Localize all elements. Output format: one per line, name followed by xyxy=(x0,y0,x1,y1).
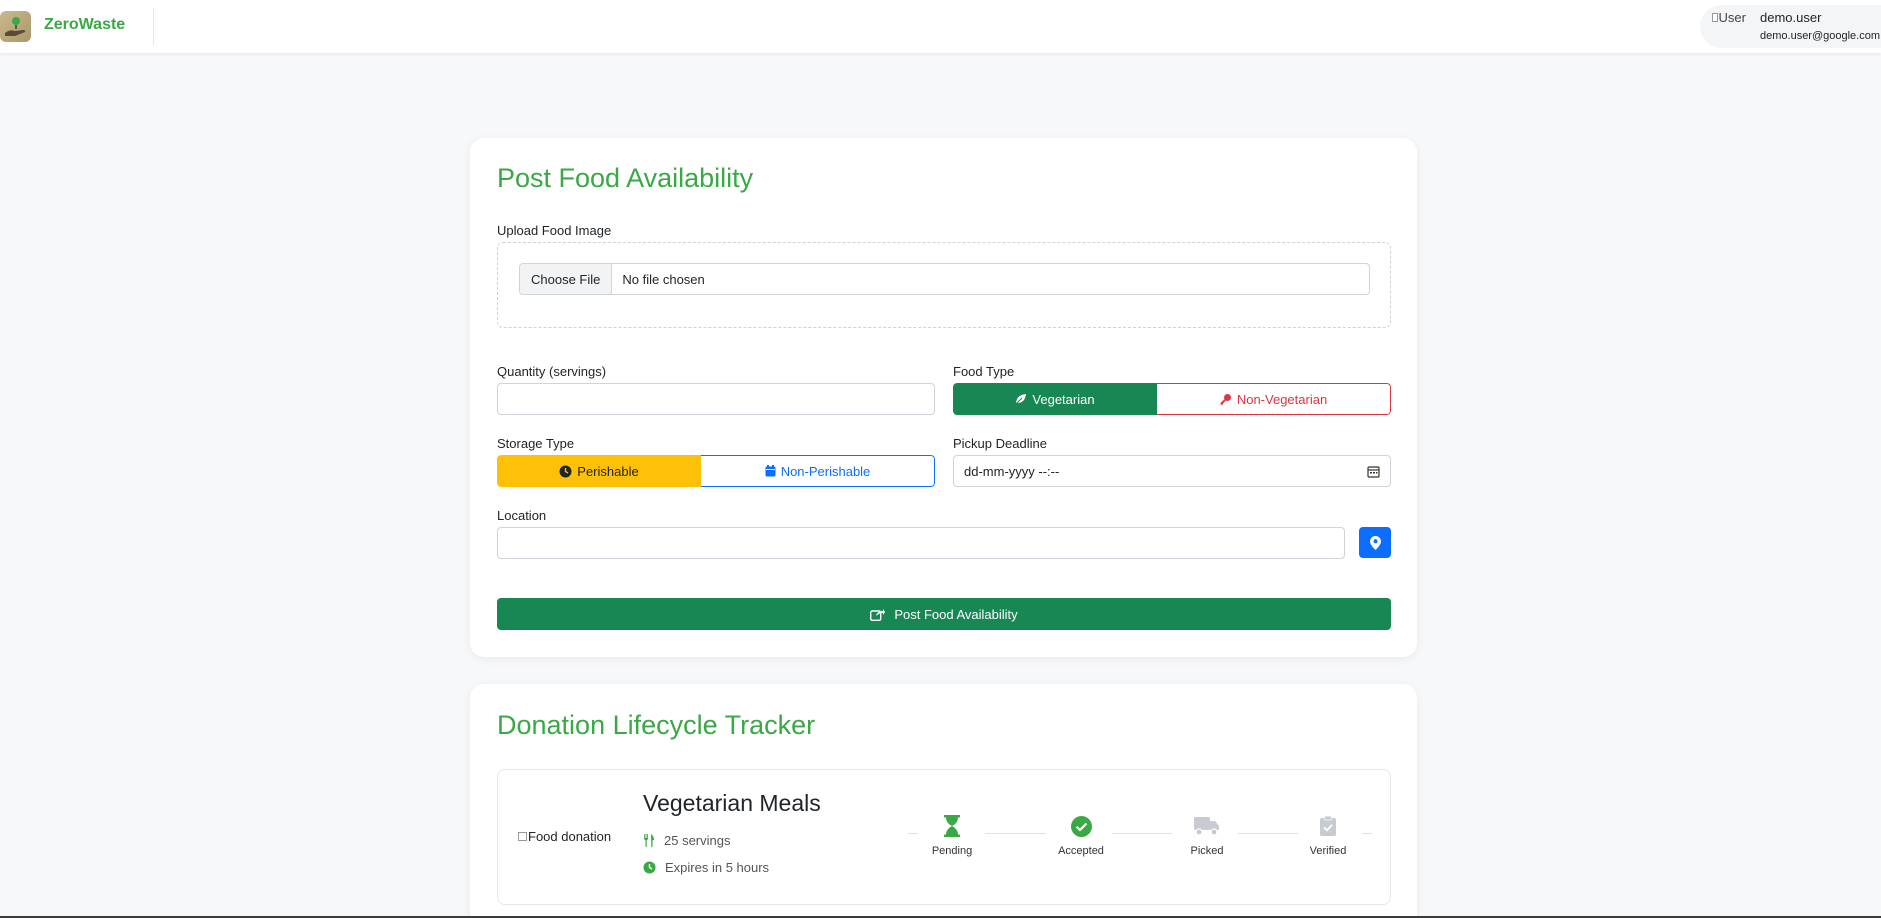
quantity-input[interactable] xyxy=(497,383,935,415)
step-pending: Pending xyxy=(912,814,992,857)
user-name: demo.user xyxy=(1760,10,1822,25)
post-food-button[interactable]: Post Food Availability xyxy=(497,598,1391,630)
step-picked: Picked xyxy=(1167,814,1247,857)
expiry-text: Expires in 5 hours xyxy=(665,860,770,875)
tracker-card: Donation Lifecycle Tracker Food donation… xyxy=(470,684,1417,918)
vegetarian-label: Vegetarian xyxy=(1032,391,1095,407)
post-food-card: Post Food Availability Upload Food Image… xyxy=(470,138,1417,657)
donation-title: Vegetarian Meals xyxy=(643,790,821,816)
post-food-title: Post Food Availability xyxy=(497,163,754,193)
tracker-title: Donation Lifecycle Tracker xyxy=(497,710,816,740)
donation-image: Food donation xyxy=(518,829,611,844)
step-connector xyxy=(1112,833,1172,834)
top-navbar: ZeroWaste User demo.user demo.user@googl… xyxy=(0,0,1881,53)
broken-image-icon xyxy=(518,832,527,841)
choose-file-button[interactable]: Choose File xyxy=(520,264,613,294)
perishable-option[interactable]: Perishable xyxy=(497,455,701,487)
brand-name[interactable]: ZeroWaste xyxy=(44,16,125,34)
clipboard-check-icon xyxy=(1320,816,1336,836)
food-type-toggle: Vegetarian Non-Vegetarian xyxy=(953,383,1391,415)
calendar-icon[interactable] xyxy=(1367,465,1380,478)
non-vegetarian-label: Non-Vegetarian xyxy=(1236,391,1328,407)
upload-label: Upload Food Image xyxy=(497,223,612,238)
broken-image-icon xyxy=(1712,13,1718,22)
donation-image-alt: Food donation xyxy=(528,829,612,844)
clock-icon xyxy=(643,861,656,874)
clock-icon xyxy=(559,465,572,477)
non-perishable-label: Non-Perishable xyxy=(780,463,871,479)
vegetarian-option[interactable]: Vegetarian xyxy=(953,383,1157,415)
leaf-icon xyxy=(1016,394,1027,405)
step-label: Accepted xyxy=(1058,845,1104,857)
nav-divider xyxy=(153,8,154,45)
quantity-label: Quantity (servings) xyxy=(497,364,607,379)
step-label: Picked xyxy=(1190,845,1224,857)
step-accepted: Accepted xyxy=(1041,814,1121,857)
truck-icon xyxy=(1194,817,1219,836)
file-status: No file chosen xyxy=(622,271,705,287)
donation-item[interactable]: Food donation Vegetarian Meals 25 servin… xyxy=(497,769,1391,905)
locate-me-button[interactable] xyxy=(1359,527,1391,558)
box-icon xyxy=(765,465,776,477)
servings-row: 25 servings xyxy=(643,833,730,848)
lifecycle-steps: Pending Accepted Picked Verified xyxy=(908,814,1372,864)
non-perishable-option[interactable]: Non-Perishable xyxy=(701,455,935,487)
utensils-icon xyxy=(644,834,654,847)
step-verified: Verified xyxy=(1288,814,1368,857)
avatar[interactable]: User xyxy=(1712,11,1746,43)
pickup-deadline-input[interactable]: dd-mm-yyyy --:-- xyxy=(953,455,1391,487)
storage-type-toggle: Perishable Non-Perishable xyxy=(497,455,935,487)
non-vegetarian-option[interactable]: Non-Vegetarian xyxy=(1157,383,1391,415)
step-label: Verified xyxy=(1309,845,1347,857)
drumstick-icon xyxy=(1220,394,1231,405)
deadline-label: Pickup Deadline xyxy=(953,436,1047,451)
share-icon xyxy=(870,608,886,621)
servings-text: 25 servings xyxy=(664,833,731,848)
map-pin-icon xyxy=(1369,535,1381,550)
step-label: Pending xyxy=(931,845,973,857)
file-input[interactable]: Choose File No file chosen xyxy=(519,263,1370,295)
user-menu[interactable]: User demo.user demo.user@google.com xyxy=(1700,5,1881,48)
check-circle-icon xyxy=(1070,815,1092,837)
avatar-alt-text: User xyxy=(1718,10,1746,25)
upload-dropzone[interactable]: Choose File No file chosen xyxy=(497,242,1391,328)
location-input[interactable] xyxy=(497,527,1345,559)
user-email: demo.user@google.com xyxy=(1760,30,1881,42)
storage-label: Storage Type xyxy=(497,436,575,451)
logo-icon[interactable] xyxy=(0,11,31,42)
hourglass-icon xyxy=(944,815,960,837)
location-label: Location xyxy=(497,508,547,523)
step-connector xyxy=(985,833,1046,834)
post-food-button-label: Post Food Availability xyxy=(894,606,1018,622)
food-type-label: Food Type xyxy=(953,364,1015,379)
expiry-row: Expires in 5 hours xyxy=(643,860,769,875)
perishable-label: Perishable xyxy=(577,463,639,479)
deadline-placeholder: dd-mm-yyyy --:-- xyxy=(964,463,1060,479)
